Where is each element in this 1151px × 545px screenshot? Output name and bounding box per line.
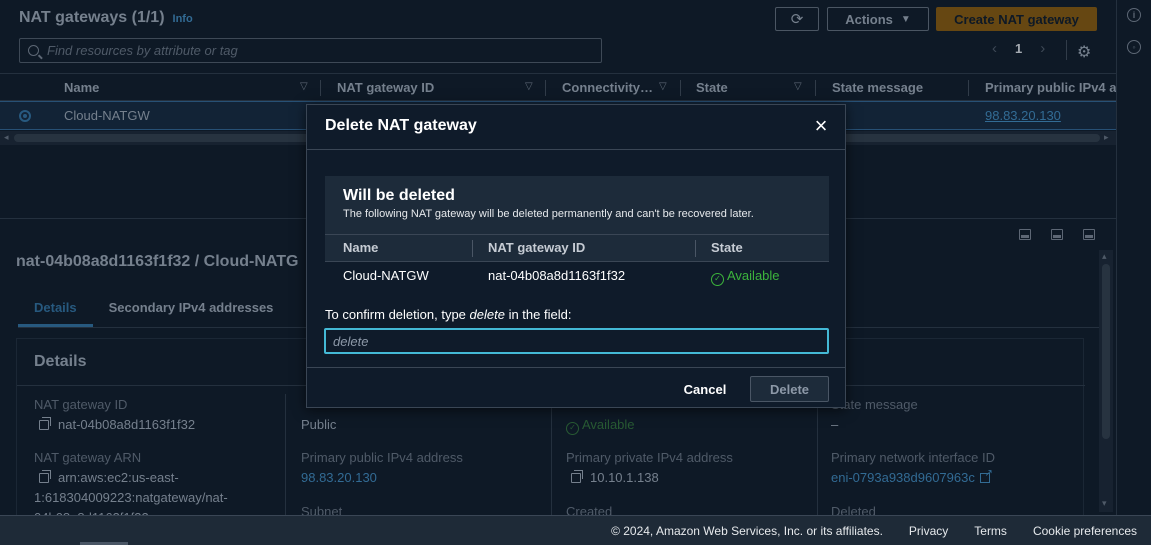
dialog-header: Delete NAT gateway × bbox=[307, 105, 845, 150]
delete-button[interactable]: Delete bbox=[750, 376, 829, 402]
column-divider bbox=[695, 240, 696, 257]
cookie-preferences-link[interactable]: Cookie preferences bbox=[1033, 524, 1137, 538]
confirm-keyword: delete bbox=[469, 307, 505, 322]
warning-text: The following NAT gateway will be delete… bbox=[343, 208, 754, 220]
dialog-row-id: nat-04b08a8d1163f1f32 bbox=[488, 268, 626, 283]
dialog-column-name: Name bbox=[343, 240, 379, 255]
dialog-row-state: ✓ Available bbox=[711, 268, 780, 286]
cancel-button[interactable]: Cancel bbox=[677, 377, 733, 401]
dialog-table-header: Name NAT gateway ID State bbox=[325, 234, 829, 262]
dialog-title: Delete NAT gateway bbox=[325, 117, 477, 134]
dialog-footer-divider bbox=[307, 367, 845, 368]
dialog-row-name: Cloud-NATGW bbox=[343, 268, 429, 283]
check-circle-icon: ✓ bbox=[711, 273, 724, 286]
dialog-state-text: Available bbox=[727, 268, 780, 283]
copyright-text: © 2024, Amazon Web Services, Inc. or its… bbox=[611, 523, 883, 538]
dialog-column-state: State bbox=[711, 240, 743, 255]
column-divider bbox=[472, 240, 473, 257]
table-row: Cloud-NATGW nat-04b08a8d1163f1f32 ✓ Avail… bbox=[325, 262, 829, 290]
confirm-delete-input[interactable] bbox=[324, 328, 829, 354]
page-footer: © 2024, Amazon Web Services, Inc. or its… bbox=[0, 515, 1151, 545]
privacy-link[interactable]: Privacy bbox=[909, 524, 948, 538]
confirm-label: To confirm deletion, type delete in the … bbox=[325, 307, 571, 322]
confirm-prefix: To confirm deletion, type bbox=[325, 307, 470, 322]
delete-nat-gateway-dialog: Delete NAT gateway × Will be deleted The… bbox=[306, 104, 846, 408]
confirm-suffix: in the field: bbox=[504, 307, 572, 322]
terms-link[interactable]: Terms bbox=[974, 524, 1007, 538]
dialog-column-id: NAT gateway ID bbox=[488, 240, 586, 255]
close-icon[interactable]: × bbox=[812, 115, 830, 137]
warning-title: Will be deleted bbox=[343, 187, 455, 204]
will-be-deleted-box: Will be deleted The following NAT gatewa… bbox=[325, 176, 829, 290]
